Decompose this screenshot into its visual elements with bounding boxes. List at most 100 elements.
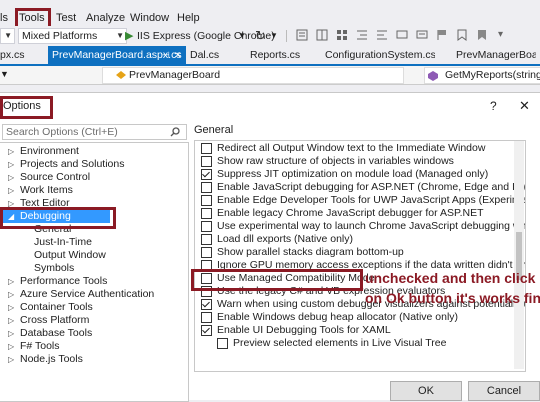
section-title: General	[194, 124, 234, 136]
checkbox[interactable]	[201, 169, 212, 180]
tab-reports-cs[interactable]: Reports.cs	[250, 46, 310, 64]
checkbox[interactable]	[201, 234, 212, 245]
platform-combo[interactable]: Mixed Platforms ▼	[18, 28, 127, 44]
tree-item-fsharp-tools[interactable]: ▷ F# Tools	[0, 340, 188, 353]
outdent-icon[interactable]	[376, 29, 388, 41]
overflow-icon[interactable]: ▾	[498, 29, 503, 40]
expand-icon[interactable]: ▷	[8, 197, 14, 210]
expand-icon[interactable]: ▷	[8, 340, 14, 353]
indent-icon[interactable]	[356, 29, 368, 41]
checkbox[interactable]	[201, 312, 212, 323]
tree-item-projects-and-solutions[interactable]: ▷ Projects and Solutions	[0, 158, 188, 171]
collapse-icon[interactable]: ◢	[8, 210, 14, 223]
grid-icon[interactable]	[336, 29, 348, 41]
search-icon	[170, 127, 180, 137]
checkbox[interactable]	[201, 195, 212, 206]
general-options-list: Redirect all Output Window text to the I…	[194, 140, 526, 372]
tree-item-output-window[interactable]: Output Window	[0, 249, 188, 262]
checkbox[interactable]	[201, 182, 212, 193]
tree-item-general[interactable]: General	[0, 223, 188, 236]
tab-prevmanagerboard-as[interactable]: PrevManagerBoard.as	[456, 46, 536, 64]
navigation-bar: ▼ PrevManagerBoard GetMyReports(string m…	[0, 66, 540, 85]
tab-prevmanagerboard-aspx-cs[interactable]: PrevManagerBoard.aspx.cs ⊣ ✕	[48, 46, 186, 64]
expand-icon[interactable]: ▷	[8, 301, 14, 314]
dialog-top-border	[0, 92, 540, 93]
layout-icon[interactable]	[316, 29, 328, 41]
document-tabs: px.cs PrevManagerBoard.aspx.cs ⊣ ✕ Dal.c…	[0, 46, 540, 66]
expand-icon[interactable]: ▷	[8, 184, 14, 197]
tree-item-nodejs-tools[interactable]: ▷ Node.js Tools	[0, 353, 188, 366]
tree-item-source-control[interactable]: ▷ Source Control	[0, 171, 188, 184]
tree-item-container-tools[interactable]: ▷ Container Tools	[0, 301, 188, 314]
checkbox[interactable]	[201, 156, 212, 167]
flag-icon[interactable]	[436, 29, 448, 41]
options-tree: ▷ Environment ▷ Projects and Solutions ▷ So…	[0, 142, 189, 402]
expand-icon[interactable]: ▷	[8, 171, 14, 184]
expand-icon[interactable]: ▷	[8, 353, 14, 366]
class-icon	[116, 71, 126, 79]
tree-item-performance-tools[interactable]: ▷ Performance Tools	[0, 275, 188, 288]
menu-item-help[interactable]: Help	[177, 12, 200, 24]
member-name-label: GetMyReports(string me	[445, 69, 540, 81]
cancel-button[interactable]: Cancel	[468, 381, 540, 401]
search-input[interactable]: Search Options (Ctrl+E)	[2, 124, 187, 140]
refresh-icon[interactable]: ↻	[255, 28, 266, 44]
tree-item-symbols[interactable]: Symbols	[0, 262, 188, 275]
bookmark-next-icon[interactable]	[476, 29, 488, 41]
expand-icon[interactable]: ▷	[8, 158, 14, 171]
close-icon[interactable]: ✕	[519, 98, 530, 114]
menu-item-partial[interactable]: ls	[0, 12, 8, 24]
chevron-down-icon: ▼	[116, 31, 124, 40]
checkbox[interactable]	[217, 338, 228, 349]
menu-item-window[interactable]: Window	[130, 12, 169, 24]
bookmark-icon[interactable]	[296, 29, 308, 41]
checkbox[interactable]	[201, 299, 212, 310]
uncomment-icon[interactable]	[416, 29, 428, 41]
expand-icon[interactable]: ▷	[8, 327, 14, 340]
member-dropdown[interactable]: GetMyReports(string me	[424, 67, 540, 84]
toolbar: ▼ Mixed Platforms ▼ ▶ IIS Express (Google…	[0, 26, 540, 44]
platform-label: Mixed Platforms	[22, 30, 98, 42]
checkbox[interactable]	[201, 221, 212, 232]
tree-item-database-tools[interactable]: ▷ Database Tools	[0, 327, 188, 340]
chevron-down-icon[interactable]: ▼	[270, 31, 278, 40]
pin-icon[interactable]: ⊣	[162, 46, 170, 64]
chevron-down-icon[interactable]: ▼	[238, 31, 246, 40]
menu-bar: ls Tools Test Analyze Window Help	[0, 0, 540, 26]
config-combo[interactable]: ▼	[0, 28, 15, 44]
tree-item-debugging[interactable]: ◢ Debugging	[0, 210, 110, 223]
tab-configurationsystem-cs[interactable]: ConfigurationSystem.cs	[325, 46, 435, 64]
bookmark-prev-icon[interactable]	[456, 29, 468, 41]
checkbox[interactable]	[201, 208, 212, 219]
checkbox[interactable]	[201, 247, 212, 258]
expand-icon[interactable]: ▷	[8, 145, 14, 158]
menu-item-test[interactable]: Test	[56, 12, 76, 24]
method-icon	[428, 71, 438, 81]
annotation-line-2: on Ok button it's works fine	[365, 290, 540, 306]
tree-item-text-editor[interactable]: ▷ Text Editor	[0, 197, 188, 210]
tree-item-cross-platform[interactable]: ▷ Cross Platform	[0, 314, 188, 327]
tree-item-azure-service-authentication[interactable]: ▷ Azure Service Authentication	[0, 288, 188, 301]
tree-item-environment[interactable]: ▷ Environment	[0, 145, 188, 158]
checkbox[interactable]	[201, 143, 212, 154]
expand-icon[interactable]: ▷	[8, 314, 14, 327]
expand-icon[interactable]: ▷	[8, 275, 14, 288]
help-button[interactable]: ?	[490, 99, 497, 113]
tab-dal-cs[interactable]: Dal.cs	[190, 46, 230, 64]
checkbox[interactable]	[201, 260, 212, 271]
tree-item-just-in-time[interactable]: Just-In-Time	[0, 236, 188, 249]
ok-button[interactable]: OK	[390, 381, 462, 401]
tree-item-work-items[interactable]: ▷ Work Items	[0, 184, 188, 197]
checkbox[interactable]	[201, 325, 212, 336]
checkbox[interactable]	[201, 273, 212, 284]
menu-item-analyze[interactable]: Analyze	[86, 12, 125, 24]
tab-px-cs[interactable]: px.cs	[0, 46, 44, 64]
checkbox[interactable]	[201, 286, 212, 297]
comment-icon[interactable]	[396, 29, 408, 41]
menu-item-tools[interactable]: Tools	[19, 12, 45, 24]
class-dropdown[interactable]: PrevManagerBoard	[102, 67, 404, 84]
chevron-down-icon[interactable]: ▼	[0, 69, 9, 79]
close-icon[interactable]: ✕	[174, 46, 182, 64]
expand-icon[interactable]: ▷	[8, 288, 14, 301]
play-icon[interactable]: ▶	[125, 29, 133, 42]
